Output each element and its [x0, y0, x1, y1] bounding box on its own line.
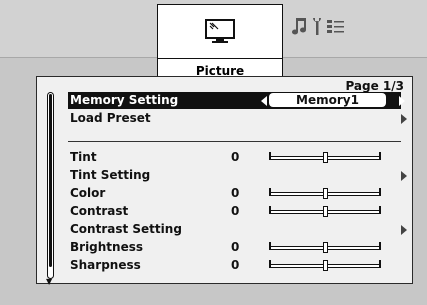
menu-item-tint[interactable]: Tint 0: [68, 149, 401, 166]
menu-item-label: Tint Setting: [70, 168, 151, 182]
scroll-down-icon[interactable]: ▼: [46, 277, 52, 286]
sharpness-value: 0: [231, 258, 240, 272]
tab-picture[interactable]: Picture: [157, 4, 283, 78]
menu-item-label: Brightness: [70, 240, 144, 254]
picture-menu-panel: Page 1/3 ▼ Memory Setting Memory1 Load P…: [36, 76, 413, 286]
arrow-left-icon[interactable]: [261, 96, 267, 106]
submenu-arrow-icon: [401, 114, 407, 124]
brightness-slider[interactable]: [269, 242, 381, 253]
scrollbar-thumb[interactable]: [49, 94, 52, 267]
slider-knob[interactable]: [323, 260, 328, 271]
submenu-arrow-icon: [401, 225, 407, 235]
divider: [68, 141, 401, 142]
tab-other-settings[interactable]: [283, 12, 363, 42]
menu-item-load-preset[interactable]: Load Preset: [68, 110, 407, 127]
menu-item-label: Tint: [70, 150, 97, 164]
color-value: 0: [231, 186, 240, 200]
arrow-right-icon[interactable]: [399, 96, 405, 106]
menu-item-label: Sharpness: [70, 258, 141, 272]
menu-item-label: Load Preset: [70, 111, 151, 125]
tint-value: 0: [231, 150, 240, 164]
slider-knob[interactable]: [323, 152, 328, 163]
monitor-icon: [204, 18, 236, 48]
menu-item-label: Contrast: [70, 204, 129, 218]
sharpness-slider[interactable]: [269, 260, 381, 271]
menu-item-label: Memory Setting: [70, 93, 179, 107]
tab-divider: [158, 58, 282, 59]
menu-item-memory-setting[interactable]: Memory Setting Memory1: [68, 92, 405, 109]
slider-knob[interactable]: [323, 188, 328, 199]
page-indicator: Page 1/3: [345, 79, 404, 93]
menu-item-contrast[interactable]: Contrast 0: [68, 203, 401, 220]
menu-item-tint-setting[interactable]: Tint Setting: [68, 167, 407, 184]
scrollbar[interactable]: [47, 92, 54, 279]
menu-item-brightness[interactable]: Brightness 0: [68, 239, 401, 256]
menu-item-label: Contrast Setting: [70, 222, 182, 236]
memory-setting-value[interactable]: Memory1: [269, 93, 386, 107]
slider-knob[interactable]: [323, 206, 328, 217]
menu-item-sharpness[interactable]: Sharpness 0: [68, 257, 401, 274]
brightness-value: 0: [231, 240, 240, 254]
menu-item-color[interactable]: Color 0: [68, 185, 401, 202]
slider-knob[interactable]: [323, 242, 328, 253]
contrast-value: 0: [231, 204, 240, 218]
submenu-arrow-icon: [401, 171, 407, 181]
tools-icon: [313, 18, 321, 35]
settings-list-icon: [327, 20, 344, 33]
music-note-icon: [292, 18, 306, 35]
menu-item-label: Color: [70, 186, 106, 200]
menu-item-contrast-setting[interactable]: Contrast Setting: [68, 221, 407, 238]
color-slider[interactable]: [269, 188, 381, 199]
contrast-slider[interactable]: [269, 206, 381, 217]
tint-slider[interactable]: [269, 152, 381, 163]
